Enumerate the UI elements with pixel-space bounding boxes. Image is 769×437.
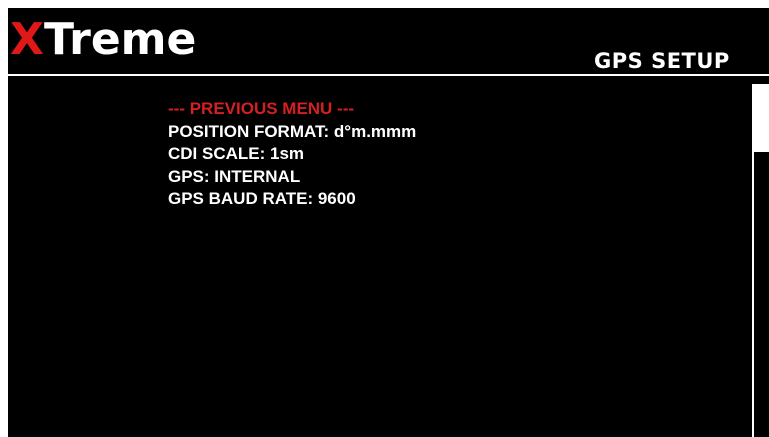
menu-item-gps-baud-rate[interactable]: GPS BAUD RATE: 9600	[168, 188, 416, 211]
menu-item-gps-source[interactable]: GPS: INTERNAL	[168, 166, 416, 189]
header-divider	[8, 74, 769, 76]
logo-text: Treme	[43, 14, 197, 65]
menu-item-previous-menu[interactable]: --- PREVIOUS MENU ---	[168, 98, 416, 121]
xtreme-logo: XTreme	[10, 12, 196, 68]
menu-item-cdi-scale[interactable]: CDI SCALE: 1sm	[168, 143, 416, 166]
scrollbar[interactable]	[752, 84, 769, 437]
menu-item-position-format[interactable]: POSITION FORMAT: d°m.mmm	[168, 121, 416, 144]
logo-letter-x: X	[10, 14, 44, 65]
display-screen: XTreme GPS SETUP --- PREVIOUS MENU --- P…	[8, 8, 769, 437]
scrollbar-thumb[interactable]	[754, 84, 769, 152]
page-title: GPS SETUP	[594, 49, 730, 73]
settings-menu: --- PREVIOUS MENU --- POSITION FORMAT: d…	[168, 98, 416, 211]
